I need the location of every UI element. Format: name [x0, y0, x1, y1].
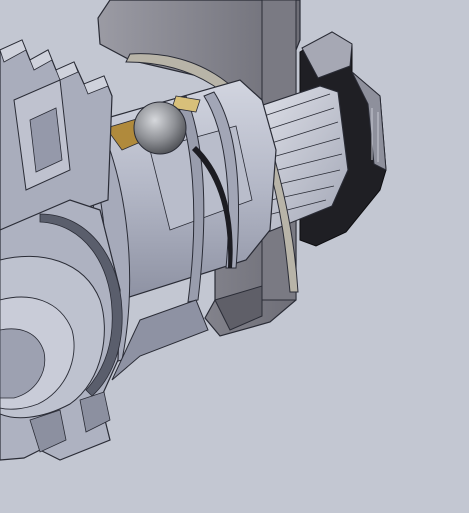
lower-gear-hub: [0, 199, 121, 461]
cad-model-render: [0, 0, 469, 513]
cad-viewport[interactable]: [0, 0, 469, 513]
